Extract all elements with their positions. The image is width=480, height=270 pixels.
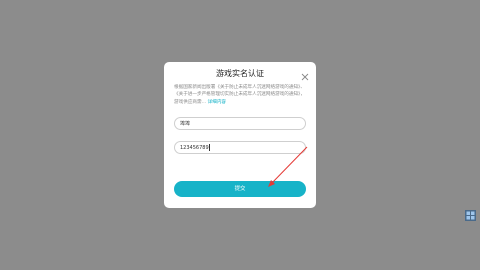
notice-text: 根据国家新闻出版署《关于防止未成年人沉迷网络游戏的通知》、《关于进一步严格管理切…: [174, 85, 305, 105]
id-number-value: 123456789: [180, 145, 209, 151]
details-link[interactable]: 详细内容: [208, 100, 226, 105]
realname-dialog: 游戏实名认证 根据国家新闻出版署《关于防止未成年人沉迷网络游戏的通知》、《关于进…: [164, 62, 316, 208]
dialog-title: 游戏实名认证: [216, 69, 264, 78]
notice-paragraph: 根据国家新闻出版署《关于防止未成年人沉迷网络游戏的通知》、《关于进一步严格管理切…: [174, 84, 306, 106]
text-caret: [209, 144, 210, 151]
submit-button[interactable]: 提交: [174, 181, 306, 197]
name-input-value: 埠埠: [180, 121, 191, 127]
id-number-input[interactable]: 123456789: [174, 141, 306, 154]
close-icon[interactable]: [300, 67, 310, 81]
name-input[interactable]: 埠埠: [174, 117, 306, 130]
windows-icon[interactable]: [465, 206, 476, 221]
